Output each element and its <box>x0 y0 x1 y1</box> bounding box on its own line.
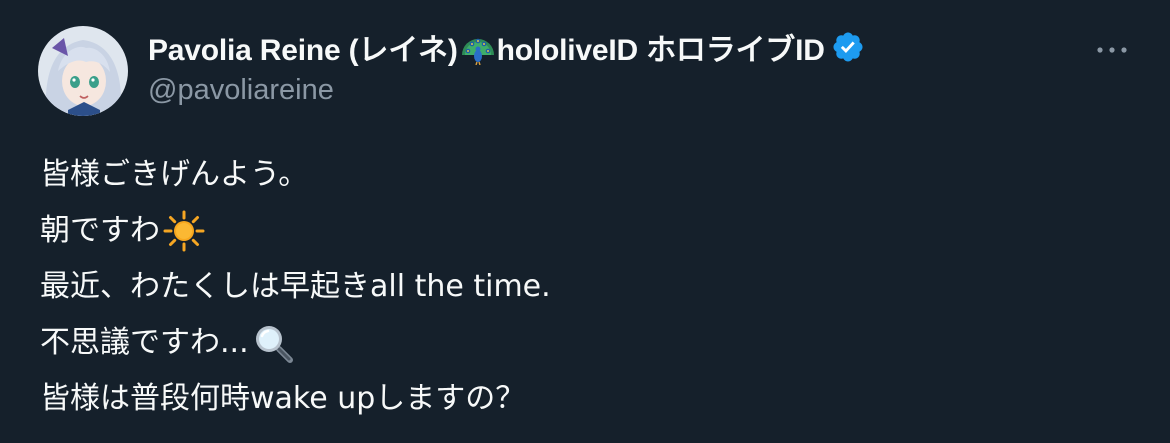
tweet-line: 不思議ですわ... <box>40 315 551 371</box>
tweet-text: 皆様ごきげんよう。 朝ですわ 最近、わたくしは早起きall the time. … <box>40 147 551 427</box>
sun-emoji-icon <box>162 209 206 253</box>
author-name-row: Pavolia Reine (レイネ) hololiveID ホロライブID <box>148 27 865 67</box>
tweet-line-text: 朝ですわ <box>40 213 160 248</box>
more-dots-icon <box>1097 47 1127 53</box>
avatar[interactable] <box>38 26 128 116</box>
name-suffix[interactable]: hololiveID ホロライブID <box>497 25 825 69</box>
tweet-line-text: 皆様は普段何時wake upしますの？ <box>40 381 526 416</box>
tweet-line-text: 最近、わたくしは早起きall the time. <box>40 269 551 304</box>
author-handle[interactable]: @pavoliareine <box>148 74 334 107</box>
magnifying-glass-emoji-icon <box>251 321 295 365</box>
more-options-button[interactable] <box>1092 30 1132 70</box>
tweet-line: 皆様ごきげんよう。 <box>40 147 551 203</box>
verified-badge-icon[interactable] <box>831 30 865 64</box>
tweet-card[interactable]: Pavolia Reine (レイネ) hololiveID ホロライブID @… <box>0 0 1170 443</box>
display-name[interactable]: Pavolia Reine (レイネ) <box>148 25 458 69</box>
tweet-line-text: 不思議ですわ... <box>40 325 249 360</box>
tweet-line-text: 皆様ごきげんよう。 <box>40 157 309 192</box>
peacock-icon <box>460 29 496 66</box>
avatar-image <box>38 26 128 116</box>
tweet-line: 皆様は普段何時wake upしますの？ <box>40 371 551 427</box>
tweet-line: 最近、わたくしは早起きall the time. <box>40 259 551 315</box>
tweet-line: 朝ですわ <box>40 203 551 259</box>
